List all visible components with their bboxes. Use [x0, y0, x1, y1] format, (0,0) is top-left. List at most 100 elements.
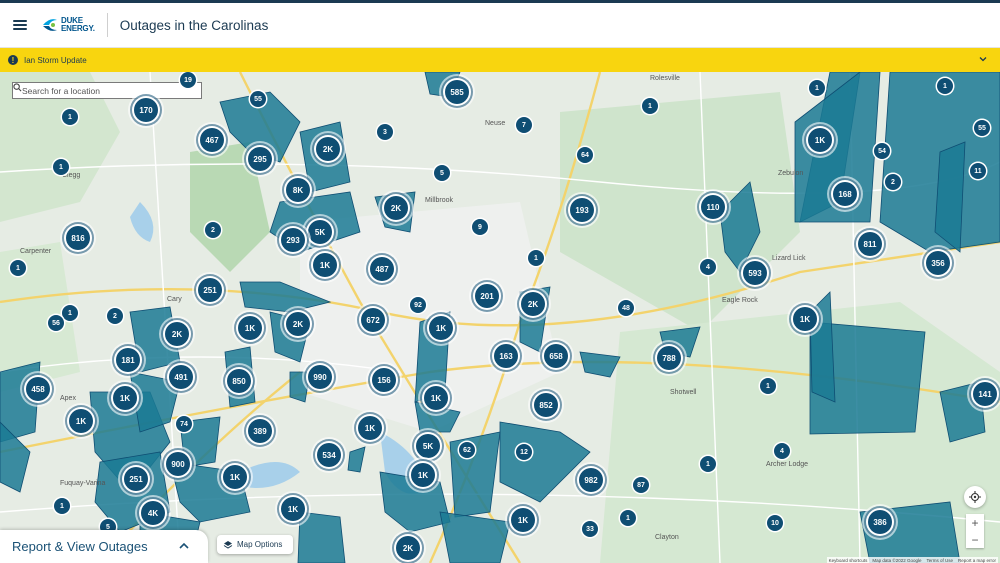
terms-link[interactable]: Terms of Use — [926, 558, 953, 563]
outage-cluster-marker[interactable]: 56 — [48, 315, 64, 331]
outage-cluster-marker[interactable]: 5K — [308, 220, 332, 244]
outage-cluster-marker[interactable]: 2K — [165, 322, 189, 346]
outage-cluster-marker[interactable]: 1 — [642, 98, 658, 114]
outage-cluster-marker[interactable]: 672 — [361, 308, 385, 332]
outage-cluster-marker[interactable]: 62 — [459, 442, 475, 458]
outage-cluster-marker[interactable]: 1K — [424, 386, 448, 410]
outage-cluster-marker[interactable]: 1 — [62, 305, 78, 321]
outage-cluster-marker[interactable]: 593 — [743, 261, 767, 285]
outage-cluster-marker[interactable]: 163 — [494, 344, 518, 368]
outage-cluster-marker[interactable]: 1 — [700, 456, 716, 472]
outage-cluster-marker[interactable]: 1K — [429, 316, 453, 340]
outage-cluster-marker[interactable]: 2K — [286, 312, 310, 336]
storm-update-banner[interactable]: ! Ian Storm Update — [0, 48, 1000, 72]
outage-cluster-marker[interactable]: 33 — [582, 521, 598, 537]
outage-cluster-marker[interactable]: 2 — [885, 174, 901, 190]
zoom-in-button[interactable]: + — [966, 514, 984, 531]
outage-cluster-marker[interactable]: 2 — [107, 308, 123, 324]
outage-cluster-marker[interactable]: 4 — [700, 259, 716, 275]
outage-cluster-marker[interactable]: 87 — [633, 477, 649, 493]
outage-cluster-marker[interactable]: 4 — [774, 443, 790, 459]
outage-cluster-marker[interactable]: 110 — [701, 195, 725, 219]
outage-cluster-marker[interactable]: 1 — [54, 498, 70, 514]
outage-cluster-marker[interactable]: 2K — [396, 536, 420, 560]
outage-cluster-marker[interactable]: 1K — [238, 316, 262, 340]
outage-cluster-marker[interactable]: 4K — [141, 501, 165, 525]
outage-cluster-marker[interactable]: 487 — [370, 257, 394, 281]
outage-cluster-marker[interactable]: 1K — [808, 128, 832, 152]
outage-cluster-marker[interactable]: 251 — [198, 278, 222, 302]
outage-cluster-marker[interactable]: 10 — [767, 515, 783, 531]
report-error-link[interactable]: Report a map error — [958, 558, 996, 563]
outage-cluster-marker[interactable]: 293 — [281, 228, 305, 252]
location-search[interactable] — [12, 82, 202, 99]
outage-cluster-marker[interactable]: 2K — [384, 196, 408, 220]
outage-cluster-marker[interactable]: 251 — [124, 467, 148, 491]
outage-cluster-marker[interactable]: 2K — [521, 292, 545, 316]
outage-cluster-marker[interactable]: 534 — [317, 443, 341, 467]
outage-cluster-marker[interactable]: 2 — [205, 222, 221, 238]
outage-cluster-marker[interactable]: 12 — [516, 444, 532, 460]
outage-cluster-marker[interactable]: 168 — [833, 182, 857, 206]
outage-cluster-marker[interactable]: 1 — [528, 250, 544, 266]
search-input[interactable] — [22, 85, 182, 96]
outage-cluster-marker[interactable]: 852 — [534, 393, 558, 417]
outage-cluster-marker[interactable]: 389 — [248, 419, 272, 443]
outage-cluster-marker[interactable]: 1 — [53, 159, 69, 175]
outage-map[interactable]: Clegg Carpenter Cary Apex Fuquay-Varina … — [0, 72, 1000, 563]
outage-cluster-marker[interactable]: 3 — [377, 124, 393, 140]
outage-cluster-marker[interactable]: 1K — [411, 463, 435, 487]
outage-cluster-marker[interactable]: 458 — [26, 377, 50, 401]
outage-cluster-marker[interactable]: 811 — [858, 232, 882, 256]
outage-cluster-marker[interactable]: 201 — [475, 284, 499, 308]
outage-cluster-marker[interactable]: 9 — [472, 219, 488, 235]
outage-cluster-marker[interactable]: 64 — [577, 147, 593, 163]
outage-cluster-marker[interactable]: 5 — [434, 165, 450, 181]
report-view-outages-panel[interactable]: Report & View Outages — [0, 530, 208, 563]
outage-cluster-marker[interactable]: 2K — [316, 137, 340, 161]
map-options-button[interactable]: Map Options — [217, 535, 293, 554]
outage-cluster-marker[interactable]: 54 — [874, 143, 890, 159]
duke-energy-logo[interactable]: DUKE ENERGY. — [41, 17, 95, 33]
outage-cluster-marker[interactable]: 1K — [223, 465, 247, 489]
outage-cluster-marker[interactable]: 1K — [511, 508, 535, 532]
chevron-down-icon[interactable] — [978, 54, 988, 64]
outage-cluster-marker[interactable]: 816 — [66, 226, 90, 250]
outage-cluster-marker[interactable]: 1K — [793, 307, 817, 331]
outage-cluster-marker[interactable]: 74 — [176, 416, 192, 432]
outage-cluster-marker[interactable]: 990 — [308, 365, 332, 389]
menu-icon[interactable] — [13, 20, 27, 30]
outage-cluster-marker[interactable]: 55 — [974, 120, 990, 136]
outage-cluster-marker[interactable]: 982 — [579, 468, 603, 492]
outage-cluster-marker[interactable]: 850 — [227, 369, 251, 393]
outage-cluster-marker[interactable]: 1K — [113, 386, 137, 410]
outage-cluster-marker[interactable]: 1 — [809, 80, 825, 96]
keyboard-shortcuts-link[interactable]: Keyboard shortcuts — [829, 558, 868, 563]
outage-cluster-marker[interactable]: 1K — [281, 497, 305, 521]
my-location-button[interactable] — [964, 486, 986, 508]
outage-cluster-marker[interactable]: 48 — [618, 300, 634, 316]
outage-cluster-marker[interactable]: 7 — [516, 117, 532, 133]
outage-cluster-marker[interactable]: 19 — [180, 72, 196, 88]
outage-cluster-marker[interactable]: 1 — [10, 260, 26, 276]
outage-cluster-marker[interactable]: 467 — [200, 128, 224, 152]
outage-cluster-marker[interactable]: 1 — [937, 78, 953, 94]
outage-cluster-marker[interactable]: 170 — [134, 98, 158, 122]
outage-cluster-marker[interactable]: 295 — [248, 147, 272, 171]
outage-cluster-marker[interactable]: 1K — [313, 253, 337, 277]
outage-cluster-marker[interactable]: 156 — [372, 368, 396, 392]
outage-cluster-marker[interactable]: 1K — [69, 409, 93, 433]
outage-cluster-marker[interactable]: 5K — [416, 434, 440, 458]
outage-cluster-marker[interactable]: 356 — [926, 251, 950, 275]
outage-cluster-marker[interactable]: 900 — [166, 452, 190, 476]
outage-cluster-marker[interactable]: 585 — [445, 80, 469, 104]
chevron-up-icon[interactable] — [178, 541, 190, 551]
outage-cluster-marker[interactable]: 491 — [169, 365, 193, 389]
outage-cluster-marker[interactable]: 658 — [544, 344, 568, 368]
outage-cluster-marker[interactable]: 92 — [410, 297, 426, 313]
outage-cluster-marker[interactable]: 11 — [970, 163, 986, 179]
outage-cluster-marker[interactable]: 181 — [116, 348, 140, 372]
outage-cluster-marker[interactable]: 1 — [760, 378, 776, 394]
outage-cluster-marker[interactable]: 8K — [286, 178, 310, 202]
outage-cluster-marker[interactable]: 55 — [250, 91, 266, 107]
